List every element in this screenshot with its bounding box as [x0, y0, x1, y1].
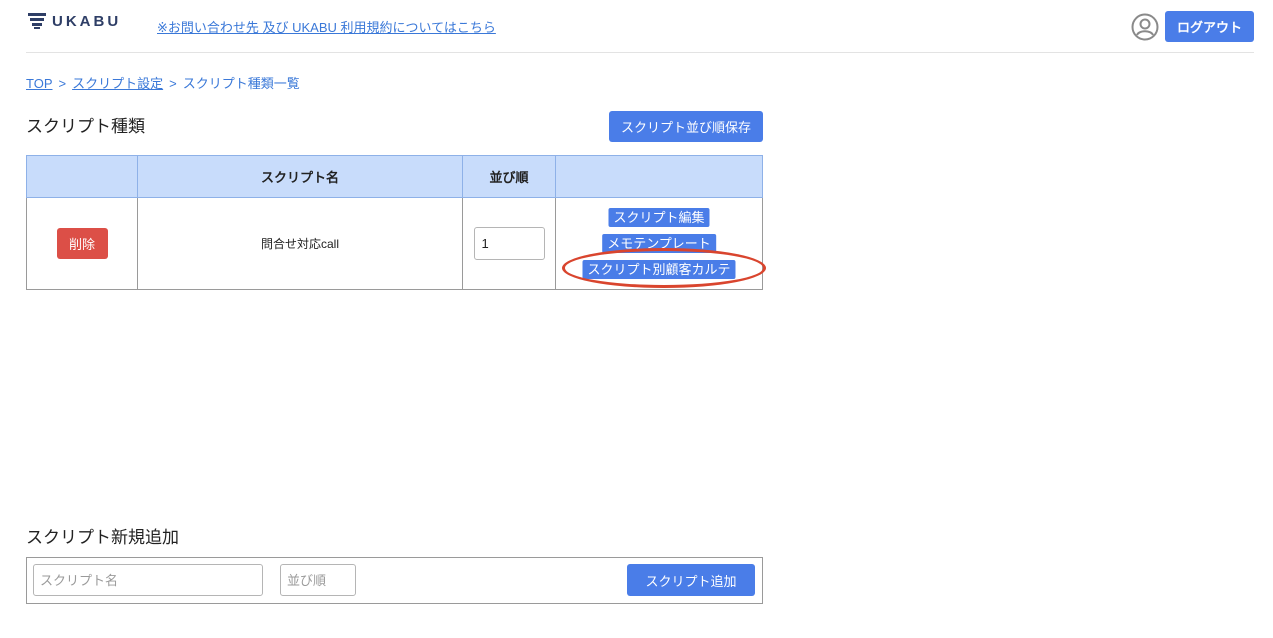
column-header-name: スクリプト名 — [137, 155, 463, 198]
table-header-row: スクリプト名 並び順 — [26, 155, 763, 198]
logo[interactable]: UKABU — [28, 12, 121, 30]
order-input-new[interactable] — [280, 564, 356, 596]
scripts-table: スクリプト名 並び順 削除 問合せ対応call スクリプト編集 メモテンプレート… — [26, 155, 766, 290]
script-name-cell: 問合せ対応call — [137, 197, 463, 290]
add-script-form: スクリプト追加 — [26, 557, 763, 604]
header: UKABU ※お問い合わせ先 及び UKABU 利用規約についてはこちら ログア… — [26, 0, 1254, 53]
save-order-button[interactable]: スクリプト並び順保存 — [609, 111, 763, 142]
breadcrumb-script-settings[interactable]: スクリプト設定 — [72, 76, 163, 91]
help-terms-link[interactable]: ※お問い合わせ先 及び UKABU 利用規約についてはこちら — [157, 17, 496, 36]
breadcrumb-separator: > — [169, 76, 177, 91]
breadcrumb-separator: > — [58, 76, 67, 91]
delete-button[interactable]: 削除 — [56, 228, 108, 259]
table-row: 削除 問合せ対応call スクリプト編集 メモテンプレート スクリプト別顧客カル… — [26, 197, 766, 290]
customer-chart-button[interactable]: スクリプト別顧客カルテ — [582, 260, 736, 279]
scripts-section-title: スクリプト種類 — [26, 117, 145, 136]
actions-cell: スクリプト編集 メモテンプレート スクリプト別顧客カルテ — [555, 197, 766, 290]
delete-cell: 削除 — [26, 197, 138, 290]
add-section-title: スクリプト新規追加 — [26, 528, 179, 547]
order-cell — [462, 197, 556, 290]
logo-text: UKABU — [52, 12, 122, 30]
memo-template-button[interactable]: メモテンプレート — [602, 234, 716, 253]
breadcrumb-top[interactable]: TOP — [26, 76, 53, 91]
add-script-button[interactable]: スクリプト追加 — [627, 564, 755, 596]
breadcrumb: TOP > スクリプト設定 > スクリプト種類一覧 — [26, 73, 300, 92]
column-header-order: 並び順 — [462, 155, 556, 198]
script-name-input[interactable] — [33, 564, 263, 596]
logo-icon — [28, 13, 46, 29]
order-input[interactable] — [473, 227, 545, 260]
breadcrumb-current: スクリプト種類一覧 — [182, 76, 300, 91]
edit-script-button[interactable]: スクリプト編集 — [608, 208, 710, 227]
column-header-actions — [555, 155, 763, 198]
actions-group: スクリプト編集 メモテンプレート スクリプト別顧客カルテ — [557, 199, 766, 288]
column-header-delete — [26, 155, 138, 198]
logout-button[interactable]: ログアウト — [1165, 11, 1254, 42]
user-circle-icon[interactable] — [1131, 13, 1159, 41]
